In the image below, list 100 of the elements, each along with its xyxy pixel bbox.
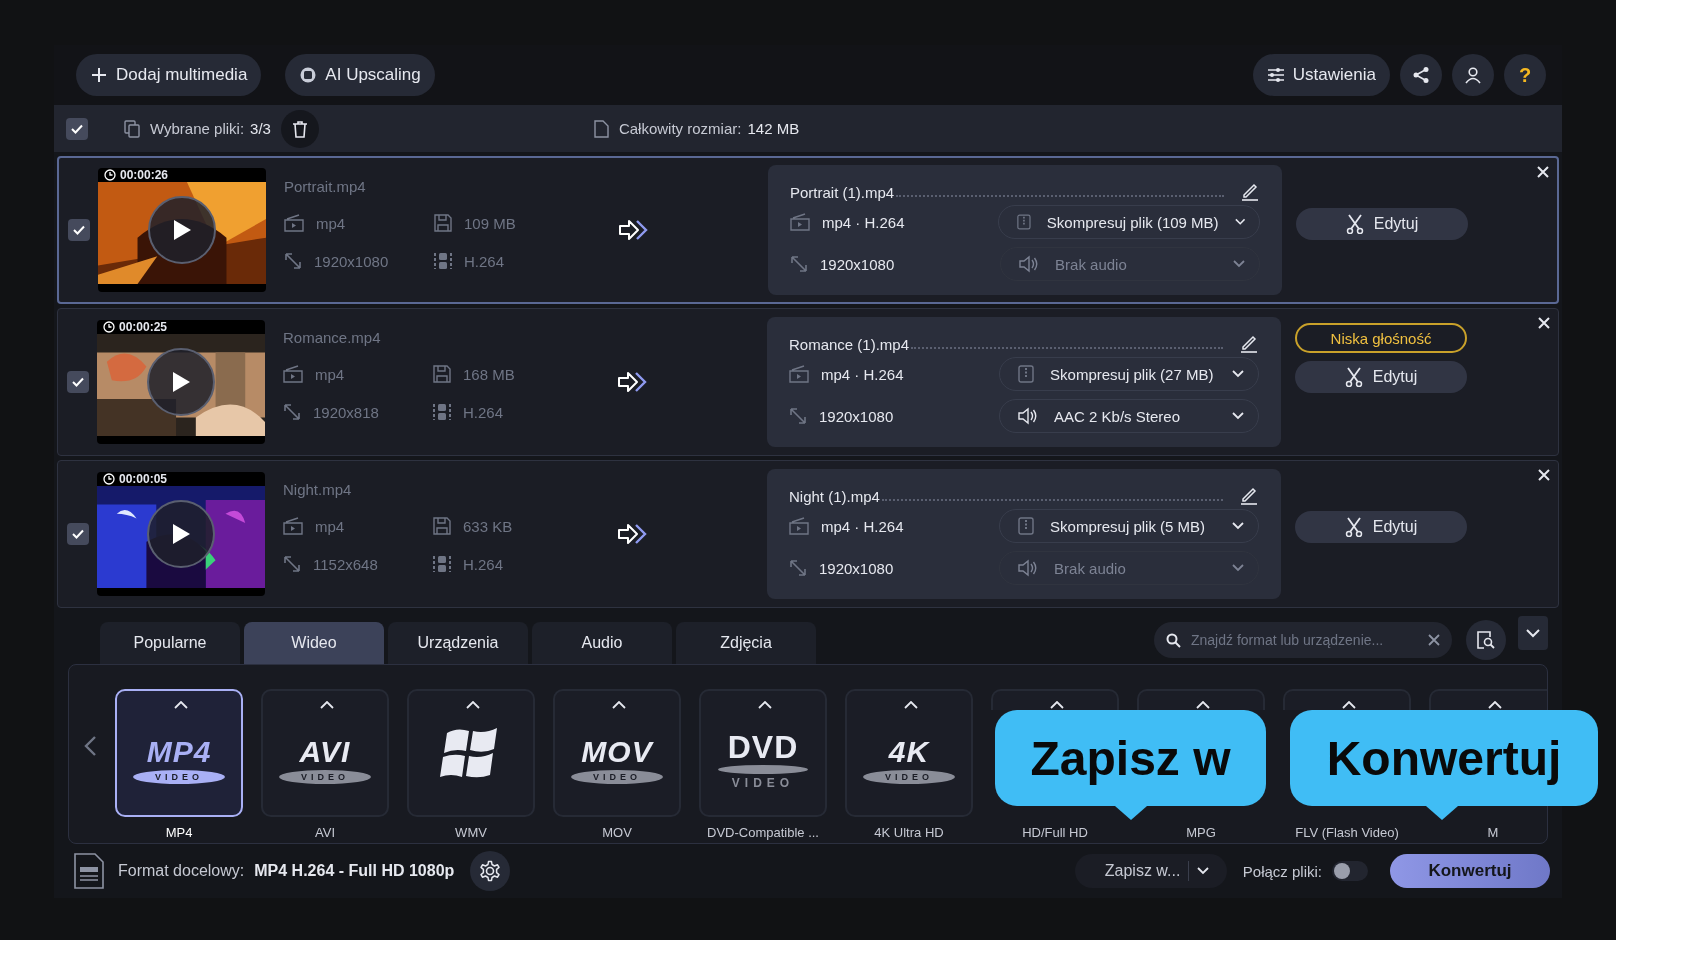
chevron-up-icon <box>1050 701 1064 709</box>
output-file-name: Night (1).mp4 <box>789 488 880 505</box>
video-file-icon <box>789 517 809 535</box>
share-icon <box>1412 66 1430 84</box>
format-label: DVD-Compatible ... <box>707 825 819 840</box>
settings-icon <box>1266 66 1285 84</box>
file-name: Romance.mp4 <box>283 329 381 346</box>
file-checkbox[interactable] <box>67 523 89 545</box>
chevron-up-icon <box>174 701 188 709</box>
convert-arrow-icon <box>618 219 648 241</box>
chevron-down-icon <box>1232 412 1244 420</box>
chevron-up-icon <box>1342 701 1356 709</box>
container-label: mp4 <box>315 517 345 535</box>
zip-file-icon <box>1018 517 1035 535</box>
format-card[interactable]: MP4 VIDEO <box>115 689 243 817</box>
format-tab[interactable]: Urządzenia <box>388 622 528 664</box>
save-to-dropdown[interactable]: Zapisz w... <box>1074 854 1227 888</box>
edit-button[interactable]: Edytuj <box>1296 208 1468 240</box>
search-box[interactable]: Znajdź format lub urządzenie... <box>1154 622 1452 658</box>
file-checkbox[interactable] <box>67 371 89 393</box>
convert-button[interactable]: Konwertuj <box>1390 854 1550 888</box>
edit-button[interactable]: Edytuj <box>1295 361 1467 393</box>
low-volume-warning[interactable]: Niska głośność <box>1295 323 1467 353</box>
audio-dropdown[interactable]: AAC 2 Kb/s Stereo <box>999 399 1259 433</box>
pencil-icon[interactable] <box>1240 181 1260 201</box>
clock-icon <box>103 321 115 333</box>
format-search-field[interactable]: Znajdź format lub urządzenie... <box>1189 631 1420 649</box>
chevron-up-icon <box>904 701 918 709</box>
resolution-label: 1920x1080 <box>314 252 389 270</box>
preview-button[interactable] <box>1466 620 1506 660</box>
duration-label: 00:00:05 <box>119 472 168 486</box>
video-format-logo: MOV VIDEO <box>571 736 663 784</box>
select-all-checkbox[interactable] <box>66 117 88 140</box>
chevron-up-icon <box>1488 701 1502 709</box>
compress-dropdown[interactable]: Skompresuj plik (27 MB) <box>999 357 1259 391</box>
file-size: 633 KB <box>463 517 513 535</box>
chevron-up-icon <box>1196 701 1210 709</box>
play-icon <box>172 219 192 241</box>
resize-icon <box>283 555 301 573</box>
output-resolution: 1920x1080 <box>819 559 894 577</box>
format-label: 4K Ultra HD <box>874 825 944 840</box>
output-format: mp4 · H.264 <box>822 213 905 231</box>
compress-dropdown[interactable]: Skompresuj plik (5 MB) <box>999 509 1259 543</box>
format-tab[interactable]: Zdjęcia <box>676 622 816 664</box>
document-search-icon <box>1477 631 1495 649</box>
pencil-icon[interactable] <box>1239 485 1259 505</box>
chevron-up-icon <box>758 701 772 709</box>
scissors-icon <box>1344 517 1363 537</box>
delete-button[interactable] <box>280 109 319 148</box>
collapse-button[interactable] <box>1518 616 1548 650</box>
output-format: mp4 · H.264 <box>821 517 904 535</box>
output-resolution: 1920x1080 <box>820 255 895 273</box>
close-icon[interactable] <box>1537 166 1549 178</box>
settings-button[interactable]: Ustawienia <box>1252 54 1390 96</box>
film-strip-icon <box>433 403 451 421</box>
format-card[interactable]: DVD VIDEO <box>699 689 827 817</box>
pencil-icon[interactable] <box>1239 333 1259 353</box>
clear-icon[interactable] <box>1428 634 1440 646</box>
format-tab[interactable]: Popularne <box>100 622 240 664</box>
format-label: HD/Full HD <box>1022 825 1088 840</box>
format-card[interactable] <box>407 689 535 817</box>
format-card[interactable]: 4K VIDEO <box>845 689 973 817</box>
previous-icon[interactable] <box>83 735 97 757</box>
chevron-down-icon <box>1232 370 1244 378</box>
format-card[interactable]: MOV VIDEO <box>553 689 681 817</box>
chip-icon <box>299 66 318 84</box>
resize-icon <box>789 407 807 425</box>
zip-file-icon <box>1017 213 1031 231</box>
zip-file-icon <box>1018 365 1035 383</box>
add-media-button[interactable]: Dodaj multimedia <box>76 54 262 96</box>
format-tab[interactable]: Audio <box>532 622 672 664</box>
video-file-icon <box>789 365 809 383</box>
file-row[interactable]: 00:00:25 Romance.mp4 mp4 168 MB 1920x818 H.264 Romance (1).mp4 mp4 · H.264 Skompresuj plik (27 MB) 1920x1080 AAC 2 Kb/s Stereo Niska głośność Edytuj <box>57 308 1559 456</box>
merge-toggle[interactable] <box>1332 861 1368 881</box>
help-button[interactable]: ? <box>1504 54 1546 96</box>
format-tab[interactable]: Wideo <box>244 622 384 664</box>
format-label: FLV (Flash Video) <box>1295 825 1399 840</box>
file-row[interactable]: 00:00:26 Portrait.mp4 mp4 109 MB 1920x1080 H.264 Portrait (1).mp4 mp4 · H.264 Skompresuj plik (109 MB) 1920x1080 Brak audio Edytuj <box>57 156 1559 304</box>
callout-pointer <box>1115 806 1147 820</box>
file-row[interactable]: 00:00:05 Night.mp4 mp4 633 KB 1152x648 H.264 Night (1).mp4 mp4 · H.264 Skompresuj plik (5 MB) 1920x1080 Brak audio Edytuj <box>57 460 1559 608</box>
edit-button[interactable]: Edytuj <box>1295 511 1467 543</box>
codec-label: H.264 <box>463 555 504 573</box>
close-icon[interactable] <box>1538 317 1550 329</box>
merge-files-label: Połącz pliki: <box>1242 862 1322 880</box>
file-checkbox[interactable] <box>68 219 90 241</box>
chevron-down-icon <box>1233 260 1245 268</box>
chevron-down-icon <box>1232 564 1244 572</box>
format-settings-button[interactable] <box>470 851 511 891</box>
share-button[interactable] <box>1400 54 1442 96</box>
file-name: Night.mp4 <box>283 481 352 498</box>
document-icon <box>593 119 609 138</box>
format-card[interactable]: AVI VIDEO <box>261 689 389 817</box>
video-file-icon <box>283 365 303 383</box>
ai-upscaling-button[interactable]: AI Upscaling <box>285 54 435 96</box>
settings-icon <box>479 860 502 882</box>
file-name: Portrait.mp4 <box>284 178 366 195</box>
close-icon[interactable] <box>1538 469 1550 481</box>
account-button[interactable] <box>1452 54 1494 96</box>
compress-dropdown[interactable]: Skompresuj plik (109 MB) <box>998 205 1260 239</box>
codec-label: H.264 <box>463 403 504 421</box>
